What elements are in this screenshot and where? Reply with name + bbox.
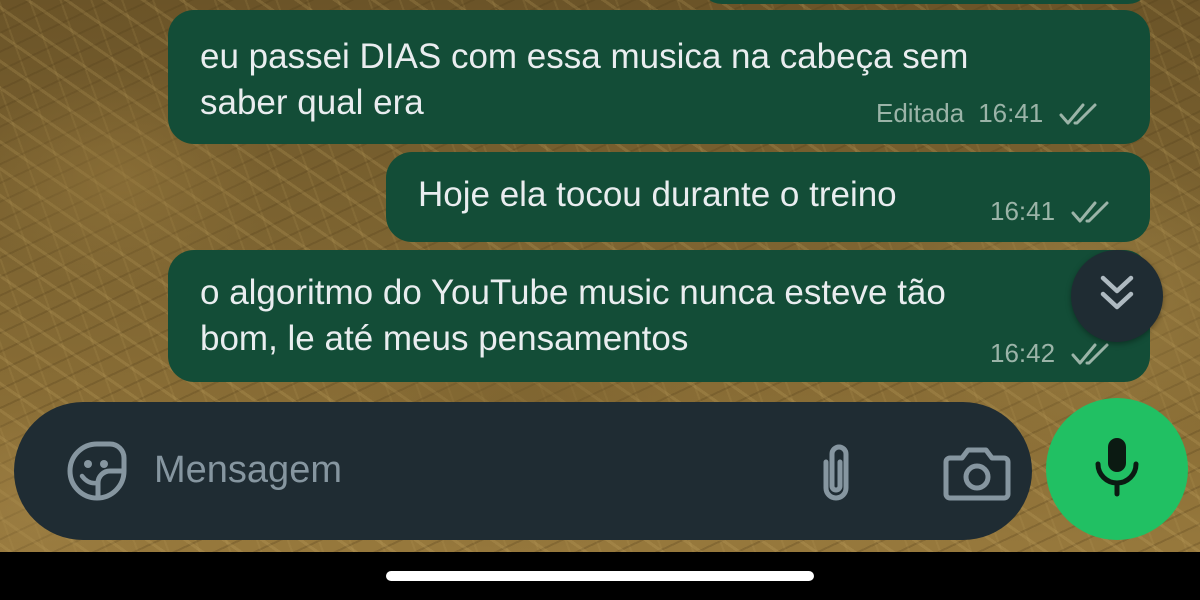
message-text-line: eu passei DIAS com essa musica na cabeça… [200,37,969,76]
message-bubble-outgoing[interactable]: o algoritmo do YouTube music nunca estev… [168,250,1150,382]
message-meta: Editada 16:41 [876,98,1103,129]
message-text-line: o algoritmo do YouTube music nunca estev… [200,273,946,312]
paperclip-icon[interactable] [806,440,866,506]
message-input[interactable]: Mensagem [154,449,342,492]
message-composer: Mensagem [14,402,1032,540]
message-time: 16:41 [990,196,1056,226]
message-meta: 16:41 [990,196,1115,227]
message-bubble-outgoing[interactable]: eu passei DIAS com essa musica na cabeça… [168,10,1150,144]
sticker-icon[interactable] [66,440,128,502]
message-time: 16:41 [978,98,1044,128]
message-text-line: bom, le até meus pensamentos [200,319,689,358]
camera-icon[interactable] [942,444,1012,502]
message-bubble-outgoing[interactable]: Hoje ela tocou durante o treino 16:41 [386,152,1150,242]
message-text-line: saber qual era [200,83,424,122]
double-check-icon [1057,99,1103,129]
double-chevron-down-icon [1097,272,1137,321]
double-check-icon [1069,197,1115,227]
message-text-line: Hoje ela tocou durante o treino [418,175,897,214]
home-gesture-handle[interactable] [386,571,814,581]
previous-message-bubble-edge [700,0,1150,4]
edited-label: Editada [876,98,965,128]
voice-record-button[interactable] [1046,398,1188,540]
system-navigation-bar [0,552,1200,600]
message-meta: 16:42 [990,338,1115,369]
double-check-icon [1069,339,1115,369]
scroll-to-bottom-button[interactable] [1071,250,1163,342]
message-time: 16:42 [990,338,1056,368]
microphone-icon [1093,436,1141,503]
chat-screen: eu passei DIAS com essa musica na cabeça… [0,0,1200,600]
